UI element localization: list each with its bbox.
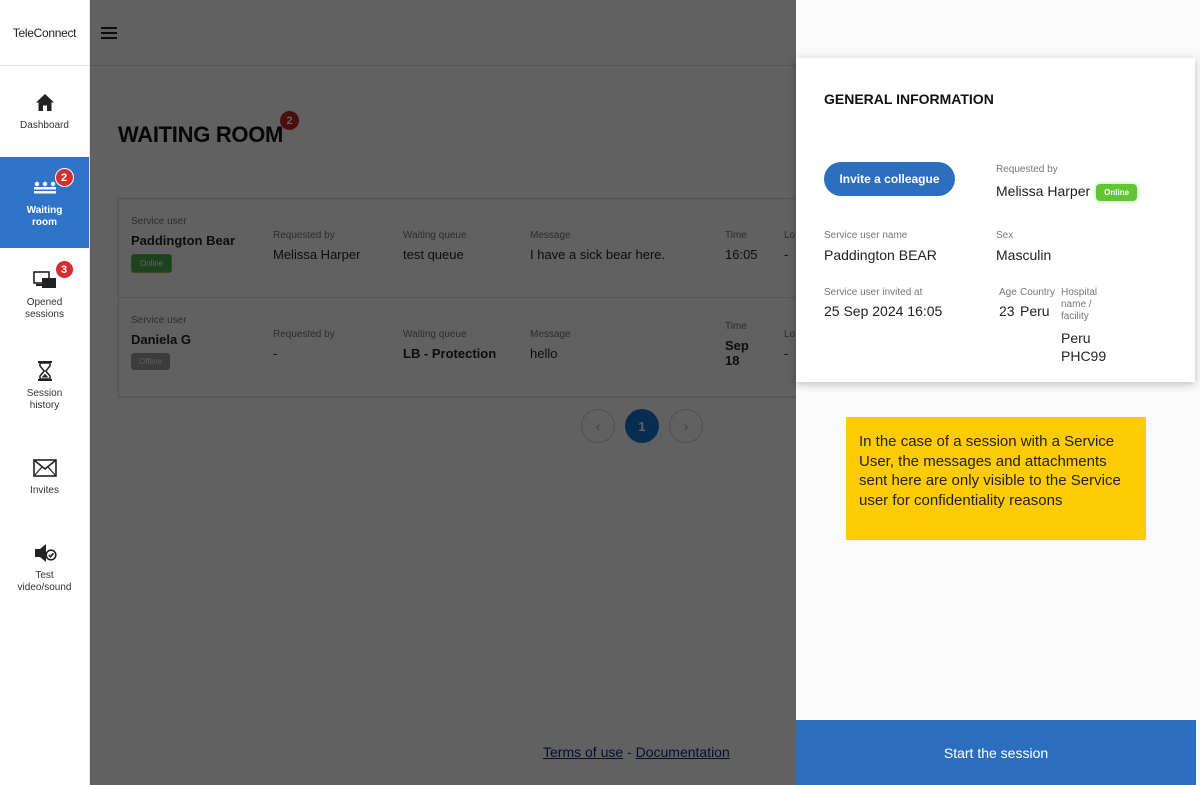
- sidebar: TeleConnect Dashboard 2 Waiting room 3 O…: [0, 0, 90, 785]
- session-side-panel: GENERAL INFORMATION Invite a colleague R…: [796, 0, 1200, 785]
- general-information-card: GENERAL INFORMATION Invite a colleague R…: [796, 58, 1195, 382]
- footer-links: Terms of use - Documentation: [543, 744, 730, 760]
- time-value-line2: 18: [725, 353, 740, 368]
- table-row[interactable]: Service user Paddington Bear Online Requ…: [119, 199, 807, 298]
- invited-at-label: Service user invited at: [824, 287, 923, 298]
- sidebar-item-label: Dashboard: [20, 120, 69, 131]
- waiting-queue-label: Waiting queue: [403, 329, 467, 340]
- sidebar-item-label: Test video/sound: [17, 570, 72, 593]
- footer-separator: -: [623, 744, 636, 760]
- location-label: Lo: [784, 329, 796, 340]
- panel-title: GENERAL INFORMATION: [824, 91, 994, 107]
- documentation-link[interactable]: Documentation: [636, 744, 730, 760]
- menu-icon[interactable]: [101, 26, 117, 39]
- requested-by-label: Requested by: [273, 230, 335, 241]
- hospital-label-line2: name /: [1061, 299, 1092, 310]
- requested-by-value: Melissa Harper: [273, 247, 361, 262]
- page-title: WAITING ROOM: [118, 122, 284, 147]
- requested-by-label: Requested by: [273, 329, 335, 340]
- waiting-queue-table: Service user Paddington Bear Online Requ…: [118, 198, 808, 397]
- service-user-name-value: Paddington BEAR: [824, 247, 937, 263]
- waiting-room-icon: 2: [32, 168, 74, 200]
- sidebar-item-opened-sessions[interactable]: 3 Opened sessions: [0, 249, 89, 340]
- hospital-label-line3: facility: [1061, 311, 1089, 322]
- online-status-badge: Online: [1096, 183, 1138, 201]
- time-value-line1: Sep: [725, 338, 749, 353]
- sidebar-item-label: Session history: [26, 388, 63, 411]
- message-value: I have a sick bear here.: [530, 247, 666, 262]
- pagination: ‹ 1 ›: [581, 409, 703, 443]
- location-value: -: [784, 247, 789, 262]
- prev-page-button[interactable]: ‹: [581, 409, 615, 443]
- sidebar-item-waiting-room[interactable]: 2 Waiting room: [0, 157, 89, 248]
- service-user-name-label: Service user name: [824, 230, 908, 241]
- waiting-queue-value: test queue: [403, 247, 464, 262]
- invited-at-value: 25 Sep 2024 16:05: [824, 303, 943, 319]
- service-user-name: Paddington Bear: [131, 233, 236, 248]
- main-content: WAITING ROOM 2 Service user Paddington B…: [90, 0, 808, 785]
- service-user-name: Daniela G: [131, 332, 191, 347]
- status-badge: Online: [131, 254, 173, 273]
- app-brand[interactable]: TeleConnect: [0, 0, 89, 66]
- message-label: Message: [530, 230, 571, 241]
- sidebar-item-session-history[interactable]: Session history: [0, 340, 89, 431]
- status-badge: Offline: [131, 353, 170, 370]
- age-value: 23: [999, 303, 1015, 319]
- time-label: Time: [725, 321, 747, 332]
- sidebar-item-label: Waiting room: [26, 205, 63, 228]
- table-row[interactable]: Service user Daniela G Offline Requested…: [119, 298, 807, 396]
- sex-value: Masculin: [996, 247, 1052, 263]
- sidebar-item-invites[interactable]: Invites: [0, 431, 89, 522]
- waiting-count-badge: 2: [280, 111, 299, 130]
- mail-icon: [32, 456, 58, 480]
- requested-by-label: Requested by: [996, 164, 1058, 175]
- sessions-icon: 3: [32, 260, 74, 292]
- waiting-queue-label: Waiting queue: [403, 230, 467, 241]
- time-label: Time: [725, 230, 747, 241]
- hospital-value-line2: PHC99: [1061, 348, 1107, 364]
- requested-by-field: Melissa Harper Online: [996, 183, 1138, 201]
- speaker-check-icon: [32, 541, 58, 565]
- waiting-queue-value: LB - Protection: [403, 346, 497, 361]
- next-page-button[interactable]: ›: [669, 409, 703, 443]
- sidebar-item-label: Invites: [30, 485, 59, 496]
- hospital-label-line1: Hospital: [1061, 287, 1098, 298]
- time-value: 16:05: [725, 247, 758, 262]
- waiting-room-badge: 2: [54, 168, 74, 187]
- country-value: Peru: [1020, 303, 1050, 319]
- terms-link[interactable]: Terms of use: [543, 744, 623, 760]
- sidebar-item-test-video-sound[interactable]: Test video/sound: [0, 522, 89, 613]
- confidentiality-notice: In the case of a session with a Service …: [846, 417, 1146, 540]
- hospital-label: Hospital name / facility: [1061, 287, 1097, 323]
- message-label: Message: [530, 329, 571, 340]
- message-value: hello: [530, 346, 558, 361]
- sidebar-item-dashboard[interactable]: Dashboard: [0, 66, 89, 157]
- top-bar: [90, 0, 796, 66]
- location-label: Lo: [784, 230, 796, 241]
- page-number-button[interactable]: 1: [625, 409, 659, 443]
- invite-colleague-button[interactable]: Invite a colleague: [824, 162, 955, 196]
- requested-by-value: -: [273, 346, 278, 361]
- sidebar-item-label: Opened sessions: [25, 297, 64, 320]
- home-icon: [32, 91, 58, 115]
- hospital-value: Peru PHC99: [1061, 329, 1106, 365]
- service-user-label: Service user: [131, 315, 187, 326]
- start-session-button[interactable]: Start the session: [796, 720, 1196, 785]
- country-label: Country: [1020, 287, 1056, 298]
- opened-sessions-badge: 3: [54, 260, 74, 279]
- requested-by-value: Melissa Harper: [996, 183, 1091, 199]
- service-user-label: Service user: [131, 216, 187, 227]
- hospital-value-line1: Peru: [1061, 330, 1091, 346]
- hourglass-icon: [32, 359, 58, 383]
- location-value: -: [784, 346, 789, 361]
- sex-label: Sex: [996, 230, 1014, 241]
- age-label: Age: [999, 287, 1017, 298]
